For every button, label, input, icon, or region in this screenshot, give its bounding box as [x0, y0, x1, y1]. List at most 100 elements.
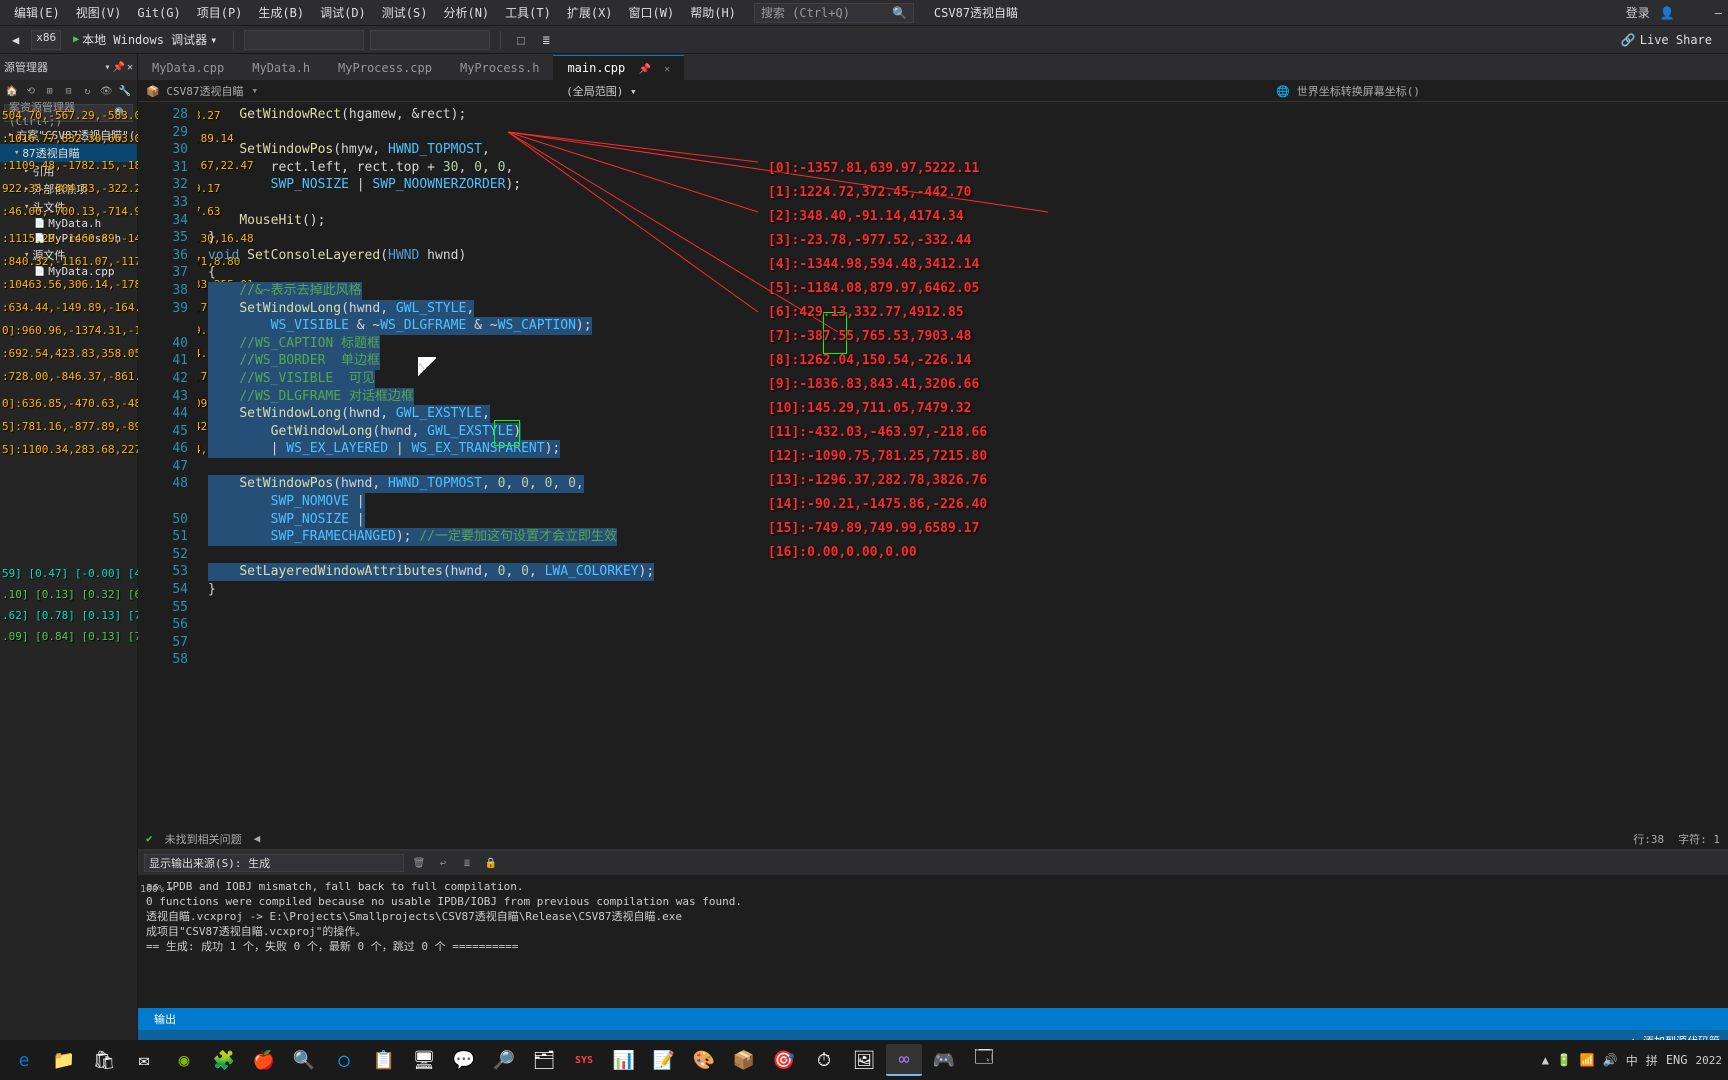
- taskbar-mail-icon[interactable]: ✉: [126, 1044, 162, 1076]
- taskbar-app-icon[interactable]: ◯: [326, 1044, 362, 1076]
- menu-item[interactable]: 分析(N): [435, 2, 497, 24]
- platform-dropdown[interactable]: x86: [31, 30, 61, 50]
- tab[interactable]: MyProcess.h: [446, 56, 553, 80]
- tab[interactable]: MyProcess.cpp: [324, 56, 446, 80]
- code-editor[interactable]: 2829303132333435363738394041424344454647…: [138, 102, 1728, 828]
- tray-icon[interactable]: 🔋: [1557, 1053, 1572, 1067]
- refs-node[interactable]: ▸引用: [0, 162, 137, 180]
- tray-icon[interactable]: ENG: [1666, 1053, 1688, 1067]
- project-node[interactable]: ▾87透视自瞄: [0, 144, 137, 162]
- search-input[interactable]: 搜索 (Ctrl+Q) 🔍: [754, 3, 914, 23]
- thread-dropdown[interactable]: [370, 30, 490, 50]
- expand-icon[interactable]: ⊞: [42, 83, 58, 99]
- sync-icon[interactable]: ⟲: [23, 83, 39, 99]
- refresh-icon[interactable]: ↻: [79, 83, 95, 99]
- close-tab-icon[interactable]: ✕: [664, 64, 670, 75]
- taskbar-app-icon[interactable]: 🧩: [206, 1044, 242, 1076]
- taskbar-app-icon[interactable]: 📝: [646, 1044, 682, 1076]
- collapse-icon[interactable]: ⊟: [61, 83, 77, 99]
- taskbar-app-icon[interactable]: 📋: [366, 1044, 402, 1076]
- show-icon[interactable]: 👁: [98, 83, 114, 99]
- login-button[interactable]: 登录: [1626, 4, 1650, 21]
- tab[interactable]: MyData.h: [238, 56, 324, 80]
- pin-icon[interactable]: 📌: [113, 62, 125, 73]
- debug-start-button[interactable]: ▶本地 Windows 调试器 ▾: [67, 29, 223, 50]
- taskbar-app-icon[interactable]: 📊: [606, 1044, 642, 1076]
- taskbar-app-icon[interactable]: 🗔: [966, 1044, 1002, 1076]
- src-folder[interactable]: ▾源文件: [0, 246, 137, 264]
- home-icon[interactable]: 🏠: [4, 83, 20, 99]
- code-content[interactable]: ↖ [0]:-1357.81,639.97,5222.11[1]:1224.72…: [198, 102, 1728, 828]
- tray-icon[interactable]: 中: [1626, 1052, 1638, 1069]
- list-icon[interactable]: ≣: [458, 854, 476, 872]
- taskbar-app-icon[interactable]: ◉: [166, 1044, 202, 1076]
- taskbar-edge-icon[interactable]: e: [6, 1044, 42, 1076]
- tray-icon[interactable]: ▲: [1542, 1053, 1549, 1067]
- solution-node[interactable]: ▸方案"CSV87透视自瞄"(1 个项: [0, 126, 137, 144]
- menu-item[interactable]: 扩展(X): [559, 2, 621, 24]
- nav-prev[interactable]: ◀: [254, 832, 261, 845]
- menu-item[interactable]: 生成(B): [250, 2, 312, 24]
- menu-item[interactable]: 帮助(H): [682, 2, 744, 24]
- tab[interactable]: MyData.cpp: [138, 56, 238, 80]
- taskbar-explorer-icon[interactable]: 📁: [46, 1044, 82, 1076]
- solution-search[interactable]: 案资源管理器(Ctrl+;)🔍: [4, 104, 133, 122]
- taskbar-app-icon[interactable]: 🎯: [766, 1044, 802, 1076]
- close-icon[interactable]: ✕: [127, 62, 133, 73]
- tray-icon[interactable]: 🔊: [1603, 1053, 1618, 1067]
- tab[interactable]: main.cpp 📌 ✕: [553, 55, 684, 80]
- tray-icon[interactable]: 📶: [1580, 1053, 1595, 1067]
- taskbar-store-icon[interactable]: 🛍: [86, 1044, 122, 1076]
- taskbar-app-icon[interactable]: 🔎: [486, 1044, 522, 1076]
- lock-icon[interactable]: 🔒: [482, 854, 500, 872]
- wrap-icon[interactable]: ↩: [434, 854, 452, 872]
- menu-item[interactable]: 工具(T): [497, 2, 559, 24]
- taskbar-app-icon[interactable]: 🎨: [686, 1044, 722, 1076]
- tool-icon[interactable]: 🔧: [117, 83, 133, 99]
- tray-time[interactable]: 2022: [1696, 1054, 1723, 1067]
- line-indicator[interactable]: 行:38: [1633, 831, 1664, 847]
- taskbar[interactable]: e 📁 🛍 ✉ ◉ 🧩 🍎 🔍 ◯ 📋 🖥 💬 🔎 🗂 SYS 📊 📝 🎨 📦 …: [0, 1040, 1728, 1080]
- taskbar-app-icon[interactable]: 📦: [726, 1044, 762, 1076]
- tray-icon[interactable]: 拼: [1646, 1052, 1658, 1069]
- ext-node[interactable]: ▸外部依赖项: [0, 180, 137, 198]
- taskbar-app-icon[interactable]: 🍎: [246, 1044, 282, 1076]
- output-text[interactable]: as IPDB and IOBJ mismatch, fall back to …: [138, 875, 1728, 1008]
- taskbar-app-icon[interactable]: 🎮: [926, 1044, 962, 1076]
- file-node[interactable]: 📄MyData.h: [0, 216, 137, 231]
- breadcrumb-project[interactable]: 📦 CSV87透视自瞄: [146, 83, 243, 99]
- taskbar-app-icon[interactable]: 🗂: [526, 1044, 562, 1076]
- taskbar-app-icon[interactable]: 🔍: [286, 1044, 322, 1076]
- scope-dropdown[interactable]: (全局范围) ▾: [566, 83, 637, 99]
- taskbar-app-icon[interactable]: ⏱: [806, 1044, 842, 1076]
- pin-icon[interactable]: 📌: [638, 64, 650, 75]
- hdr-folder[interactable]: ▾头文件: [0, 198, 137, 216]
- clear-icon[interactable]: 🗑: [410, 854, 428, 872]
- menu-item[interactable]: 测试(S): [374, 2, 436, 24]
- taskbar-app-icon[interactable]: 🖥: [406, 1044, 442, 1076]
- output-source-dropdown[interactable]: 显示输出来源(S): 生成: [144, 854, 404, 872]
- function-dropdown[interactable]: 🌐 世界坐标转换屏幕坐标(): [1276, 83, 1420, 99]
- file-node[interactable]: 📄MyData.cpp: [0, 264, 137, 279]
- menu-item[interactable]: 视图(V): [68, 2, 130, 24]
- minimize-button[interactable]: —: [1715, 6, 1722, 20]
- taskbar-sys-icon[interactable]: SYS: [566, 1044, 602, 1076]
- zoom-control[interactable]: 100% ▾: [140, 884, 174, 895]
- taskbar-vs-icon[interactable]: ∞: [886, 1044, 922, 1076]
- process-dropdown[interactable]: [244, 30, 364, 50]
- menu-item[interactable]: 项目(P): [189, 2, 251, 24]
- liveshare-button[interactable]: 🔗 Live Share: [1621, 33, 1712, 47]
- menu-item[interactable]: 调试(D): [312, 2, 374, 24]
- menu-item[interactable]: 编辑(E): [6, 2, 68, 24]
- user-icon[interactable]: 👤: [1660, 6, 1675, 20]
- solution-tree[interactable]: ▸方案"CSV87透视自瞄"(1 个项 ▾87透视自瞄 ▸引用 ▸外部依赖项 ▾…: [0, 124, 137, 281]
- char-indicator[interactable]: 字符: 1: [1678, 831, 1720, 847]
- taskbar-app-icon[interactable]: 🖼: [846, 1044, 882, 1076]
- taskbar-app-icon[interactable]: 💬: [446, 1044, 482, 1076]
- system-tray[interactable]: ▲ 🔋 📶 🔊 中拼 ENG 2022: [1542, 1052, 1722, 1069]
- file-node[interactable]: 📄MyProcess.h: [0, 231, 137, 246]
- menu-item[interactable]: 窗口(W): [621, 2, 683, 24]
- dropdown-icon[interactable]: ▾: [104, 62, 110, 73]
- toolbar-icon[interactable]: ⬚: [511, 31, 530, 49]
- menu-item[interactable]: Git(G): [129, 2, 188, 24]
